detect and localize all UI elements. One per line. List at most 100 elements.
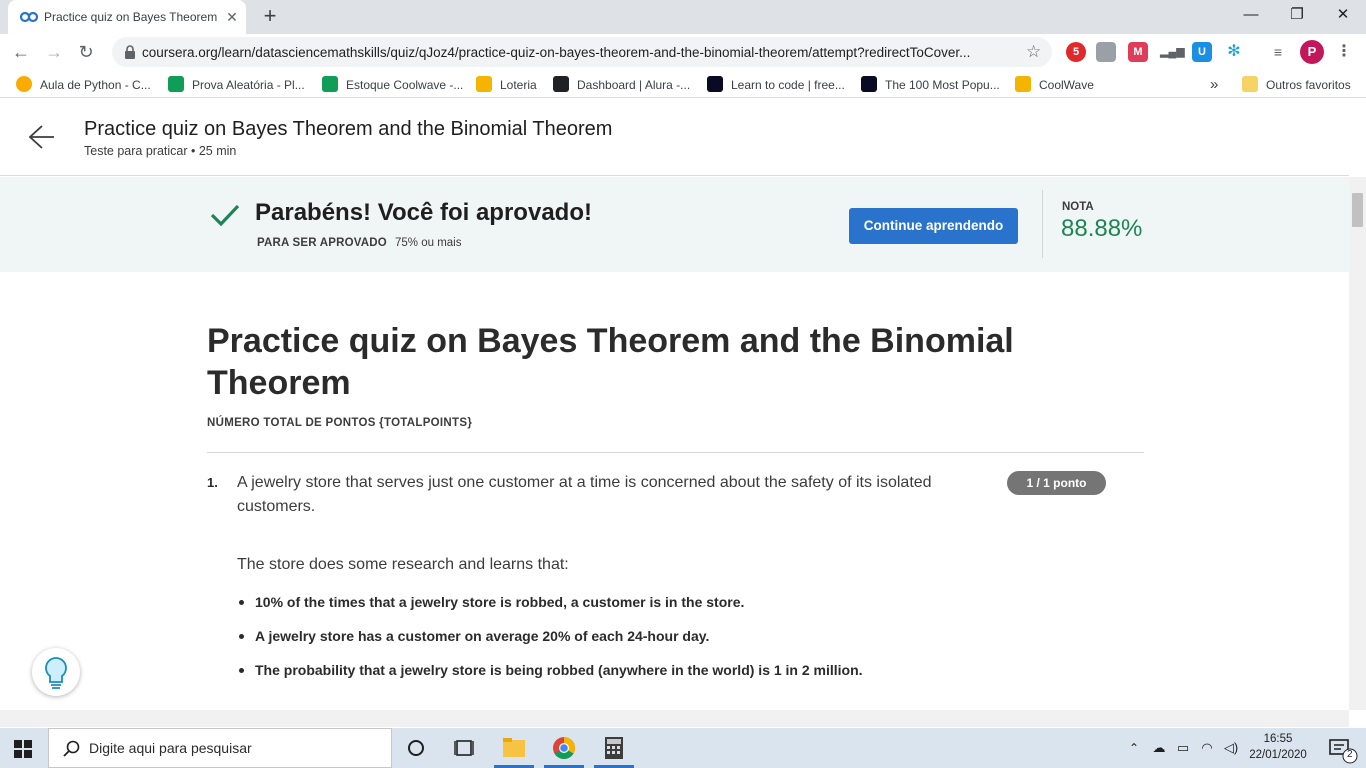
vertical-scrollbar[interactable]	[1349, 177, 1366, 710]
lock-icon	[125, 45, 135, 59]
lightbulb-icon	[45, 657, 67, 689]
folder-icon	[1242, 76, 1258, 92]
extension-badge: 5	[1072, 46, 1080, 58]
bookmark-label: Aula de Python - C...	[40, 78, 151, 92]
notifications-icon[interactable]: 2	[1320, 728, 1360, 768]
extension-grey-icon[interactable]	[1096, 42, 1116, 62]
close-window-icon[interactable]: ✕	[1320, 0, 1366, 32]
other-favorites-label: Outros favoritos	[1266, 78, 1351, 92]
alura-icon	[553, 76, 569, 92]
browser-toolbar: ← → ↻ coursera.org/learn/datasciencemath…	[0, 34, 1366, 70]
reload-icon[interactable]: ↻	[73, 39, 99, 65]
minimize-icon[interactable]: —	[1228, 0, 1274, 32]
profile-initial: P	[1307, 44, 1317, 59]
back-arrow-icon[interactable]	[28, 124, 56, 150]
pass-message: Parabéns! Você foi aprovado!	[255, 199, 592, 226]
forward-icon[interactable]: →	[41, 39, 67, 65]
extension-u-icon[interactable]: U	[1192, 42, 1212, 62]
sheets-icon	[168, 76, 184, 92]
windows-start-icon[interactable]	[14, 740, 32, 758]
horizontal-scrollbar[interactable]	[0, 710, 1349, 727]
file-explorer-icon[interactable]	[490, 728, 538, 768]
page-title: Practice quiz on Bayes Theorem and the B…	[84, 118, 613, 140]
page-header: Practice quiz on Bayes Theorem and the B…	[0, 98, 1349, 176]
other-favorites[interactable]: Outros favoritos	[1242, 74, 1351, 96]
question-intro: The store does some research and learns …	[237, 556, 569, 573]
bookmark-label: Dashboard | Alura -...	[577, 78, 691, 92]
bookmark-label: CoolWave	[1039, 78, 1094, 92]
bookmark-item[interactable]: Learn to code | free...	[707, 74, 845, 96]
scrollbar-thumb[interactable]	[1352, 193, 1363, 227]
calculator-icon[interactable]	[590, 728, 638, 768]
tab-title: Practice quiz on Bayes Theorem a	[44, 10, 220, 24]
coursera-favicon-icon	[20, 11, 38, 23]
wifi-icon[interactable]: ◠	[1196, 728, 1218, 768]
bookmark-item[interactable]: Estoque Coolwave -...	[322, 74, 463, 96]
checkmark-icon	[210, 204, 240, 227]
bookmark-item[interactable]: Loteria	[476, 74, 537, 96]
bookmark-item[interactable]: The 100 Most Popu...	[861, 74, 1000, 96]
onedrive-icon[interactable]: ☁	[1148, 728, 1170, 768]
bookmarks-overflow-icon[interactable]: »	[1210, 74, 1218, 96]
profile-avatar[interactable]: P	[1300, 40, 1324, 64]
volume-icon[interactable]: ◁)	[1220, 728, 1242, 768]
total-points: NÚMERO TOTAL DE PONTOS {TOTALPOINTS}	[207, 417, 473, 429]
tab-close-icon[interactable]: ✕	[224, 9, 240, 25]
media-control-icon[interactable]: ≡	[1268, 42, 1288, 62]
extension-signal-icon[interactable]: ▂▄▆	[1160, 42, 1185, 62]
search-placeholder: Digite aqui para pesquisar	[89, 740, 252, 756]
loteria-icon	[476, 76, 492, 92]
bookmark-label: Learn to code | free...	[731, 78, 845, 92]
extension-m-icon[interactable]: M	[1128, 42, 1148, 62]
restore-icon[interactable]: ❐	[1274, 0, 1320, 32]
browser-menu-icon[interactable]: ⋮	[1334, 42, 1354, 62]
bookmark-item[interactable]: CoolWave	[1015, 74, 1094, 96]
extension-gear-icon[interactable]: ✻	[1224, 42, 1244, 62]
show-hidden-icons-icon[interactable]: ⌃	[1122, 728, 1146, 768]
continue-learning-button[interactable]: Continue aprendendo	[849, 208, 1018, 244]
new-tab-icon[interactable]: +	[258, 5, 282, 29]
url-text: coursera.org/learn/datasciencemathskills…	[142, 45, 971, 60]
windows-taskbar: Digite aqui para pesquisar ⌃ ☁ ▭ ◠ ◁) 16…	[0, 728, 1366, 768]
bookmark-item[interactable]: Aula de Python - C...	[16, 74, 151, 96]
taskbar-search[interactable]: Digite aqui para pesquisar	[48, 728, 392, 768]
clock-time: 16:55	[1263, 733, 1293, 745]
bookmark-star-icon[interactable]: ☆	[1026, 42, 1041, 62]
page-subtitle: Teste para praticar • 25 min	[84, 144, 237, 158]
list-item: A jewelry store has a customer on averag…	[237, 626, 1117, 660]
bookmark-label: The 100 Most Popu...	[885, 78, 1000, 92]
divider	[1042, 190, 1043, 258]
quiz-title: Practice quiz on Bayes Theorem and the B…	[207, 322, 1014, 402]
question-facts-list: 10% of the times that a jewelry store is…	[237, 592, 1117, 694]
grade-label: NOTA	[1062, 201, 1094, 213]
help-lightbulb-button[interactable]	[32, 648, 80, 696]
browser-tab[interactable]: Practice quiz on Bayes Theorem a ✕	[8, 0, 246, 34]
task-view-icon[interactable]	[440, 728, 488, 768]
bookmark-label: Loteria	[500, 78, 537, 92]
search-icon	[63, 740, 80, 757]
back-icon[interactable]: ←	[8, 39, 34, 65]
question-text: A jewelry store that serves just one cus…	[237, 474, 932, 515]
chrome-icon[interactable]	[540, 728, 588, 768]
grade-value: 88.88%	[1061, 215, 1143, 242]
battery-icon[interactable]: ▭	[1172, 728, 1194, 768]
list-item: The probability that a jewelry store is …	[237, 660, 1117, 694]
list-item: 10% of the times that a jewelry store is…	[237, 592, 1117, 626]
bookmark-item[interactable]: Prova Aleatória - Pl...	[168, 74, 305, 96]
address-bar[interactable]: coursera.org/learn/datasciencemathskills…	[112, 37, 1052, 67]
bookmark-label: Estoque Coolwave -...	[346, 78, 464, 92]
taskbar-clock[interactable]: 16:55 22/01/2020	[1246, 731, 1310, 763]
clock-date: 22/01/2020	[1249, 749, 1307, 761]
cortana-icon[interactable]	[392, 728, 440, 768]
colab-icon	[16, 76, 32, 92]
bookmark-item[interactable]: Dashboard | Alura -...	[553, 74, 690, 96]
coolwave-icon	[1015, 76, 1031, 92]
extension-adblock-icon[interactable]: 5	[1066, 42, 1086, 62]
bookmark-label: Prova Aleatória - Pl...	[192, 78, 305, 92]
points-badge: 1 / 1 ponto	[1007, 471, 1106, 495]
pass-requirement-value: 75% ou mais	[395, 237, 462, 249]
bookmarks-bar: Aula de Python - C... Prova Aleatória - …	[0, 70, 1366, 98]
pass-requirement-label: PARA SER APROVADO	[257, 237, 387, 249]
grade-banner: Parabéns! Você foi aprovado! PARA SER AP…	[0, 177, 1349, 272]
freecodecamp-icon	[861, 76, 877, 92]
